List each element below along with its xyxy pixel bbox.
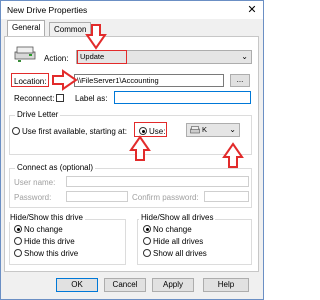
use-first-available-radio[interactable] bbox=[12, 127, 20, 135]
hide-this-drive-label: Hide this drive bbox=[24, 237, 75, 246]
show-all-drives-radio[interactable] bbox=[143, 249, 151, 257]
hide-show-all-legend: Hide/Show all drives bbox=[139, 213, 216, 222]
drive-letter-value: K bbox=[202, 125, 208, 134]
drive-letter-legend: Drive Letter bbox=[15, 110, 61, 119]
use-first-available-label: Use first available, starting at: bbox=[22, 127, 127, 136]
label-as-input[interactable] bbox=[114, 91, 251, 104]
show-all-drives-label: Show all drives bbox=[153, 249, 207, 258]
reconnect-checkbox[interactable] bbox=[56, 94, 64, 102]
confirm-password-input[interactable] bbox=[204, 191, 249, 202]
user-name-label: User name: bbox=[14, 178, 56, 187]
browse-button[interactable]: ... bbox=[230, 74, 250, 87]
all-no-change-label: No change bbox=[153, 225, 192, 234]
label-as-label: Label as: bbox=[75, 94, 108, 103]
tab-row: General Common bbox=[1, 20, 263, 37]
hide-this-drive-radio[interactable] bbox=[14, 237, 22, 245]
password-input[interactable] bbox=[66, 191, 128, 202]
chevron-down-icon: ⌄ bbox=[229, 125, 236, 134]
help-button[interactable]: Help bbox=[203, 278, 249, 292]
action-highlight-box bbox=[77, 50, 127, 64]
hide-all-drives-radio[interactable] bbox=[143, 237, 151, 245]
drive-small-icon bbox=[190, 126, 200, 134]
connect-as-group bbox=[9, 168, 252, 208]
arrow-down-icon bbox=[85, 24, 107, 50]
reconnect-label: Reconnect: bbox=[14, 94, 55, 103]
use-radio-highlight bbox=[134, 122, 167, 137]
location-input[interactable]: \\FileServer1\Accounting bbox=[74, 74, 224, 87]
cancel-button[interactable]: Cancel bbox=[104, 278, 146, 292]
arrow-up-icon bbox=[222, 142, 244, 168]
drive-no-change-label: No change bbox=[24, 225, 63, 234]
password-label: Password: bbox=[14, 193, 52, 202]
close-icon[interactable]: ✕ bbox=[245, 3, 259, 17]
show-this-drive-radio[interactable] bbox=[14, 249, 22, 257]
chevron-down-icon: ⌄ bbox=[241, 52, 248, 61]
drive-icon bbox=[14, 46, 36, 62]
all-no-change-radio[interactable] bbox=[143, 225, 151, 233]
drive-letter-select[interactable]: K ⌄ bbox=[186, 123, 240, 137]
drive-no-change-radio[interactable] bbox=[14, 225, 22, 233]
ok-button[interactable]: OK bbox=[56, 278, 98, 292]
action-label: Action: bbox=[44, 54, 69, 63]
location-label-highlight bbox=[11, 73, 49, 87]
hide-show-drive-legend: Hide/Show this drive bbox=[8, 213, 85, 222]
title-bar: New Drive Properties ✕ bbox=[1, 1, 263, 19]
tab-general[interactable]: General bbox=[7, 20, 46, 37]
connect-as-legend: Connect as (optional) bbox=[15, 163, 96, 172]
show-this-drive-label: Show this drive bbox=[24, 249, 79, 258]
apply-button[interactable]: Apply bbox=[152, 278, 194, 292]
window-title: New Drive Properties bbox=[7, 5, 88, 15]
hide-all-drives-label: Hide all drives bbox=[153, 237, 204, 246]
arrow-up-icon bbox=[129, 135, 151, 161]
user-name-input[interactable] bbox=[66, 176, 249, 187]
arrow-right-icon bbox=[52, 69, 78, 91]
confirm-password-label: Confirm password: bbox=[132, 193, 199, 202]
